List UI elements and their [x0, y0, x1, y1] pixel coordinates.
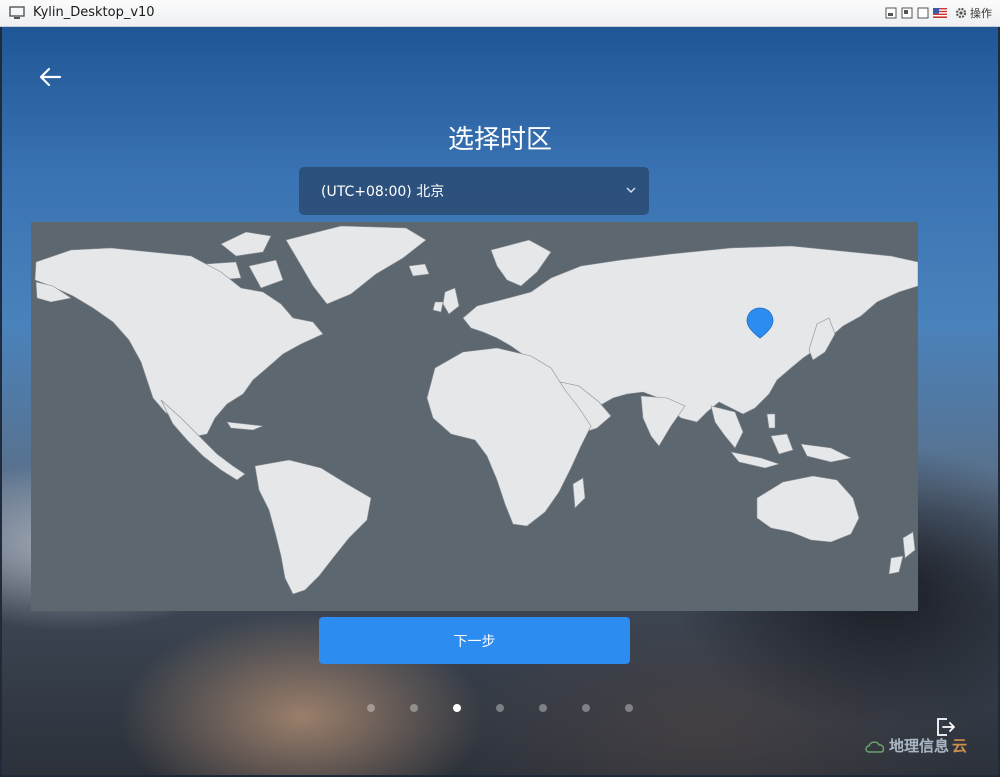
step-dot: [539, 704, 547, 712]
step-dot: [496, 704, 504, 712]
operations-label: 操作: [970, 7, 992, 20]
step-dot: [625, 704, 633, 712]
chevron-down-icon: [626, 187, 636, 193]
fullscreen-icon[interactable]: [885, 7, 897, 19]
timezone-select[interactable]: (UTC+08:00) 北京: [299, 167, 649, 215]
operations-menu[interactable]: 操作: [955, 5, 992, 21]
window-controls: 操作: [885, 5, 992, 21]
restore-icon[interactable]: [901, 7, 913, 19]
world-map[interactable]: [31, 222, 918, 611]
step-dot: [410, 704, 418, 712]
gear-icon: [955, 7, 967, 19]
timezone-value: (UTC+08:00) 北京: [321, 184, 445, 200]
monitor-icon: [9, 6, 25, 19]
window-titlebar: Kylin_Desktop_v10 操作: [0, 0, 1000, 27]
watermark-text: 地理信息: [889, 737, 950, 755]
cloud-logo-icon: [865, 740, 885, 753]
window-icon[interactable]: [917, 7, 929, 19]
page-title: 选择时区: [447, 125, 552, 155]
us-flag-icon[interactable]: [933, 8, 947, 18]
world-map-graphic: [34, 225, 918, 595]
next-button[interactable]: 下一步: [319, 617, 630, 664]
watermark-logo: 地理信息云: [864, 735, 967, 756]
watermark-suffix: 云: [952, 737, 968, 755]
back-arrow-icon[interactable]: [36, 63, 64, 91]
step-dot: [582, 704, 590, 712]
step-dot: [367, 704, 375, 712]
step-dot-current: [453, 704, 461, 712]
installer-page: 选择时区 (UTC+08:00) 北京 下一步 地理信息 云: [2, 27, 998, 775]
window-title: Kylin_Desktop_v10: [33, 5, 155, 20]
step-indicator: [2, 704, 998, 712]
